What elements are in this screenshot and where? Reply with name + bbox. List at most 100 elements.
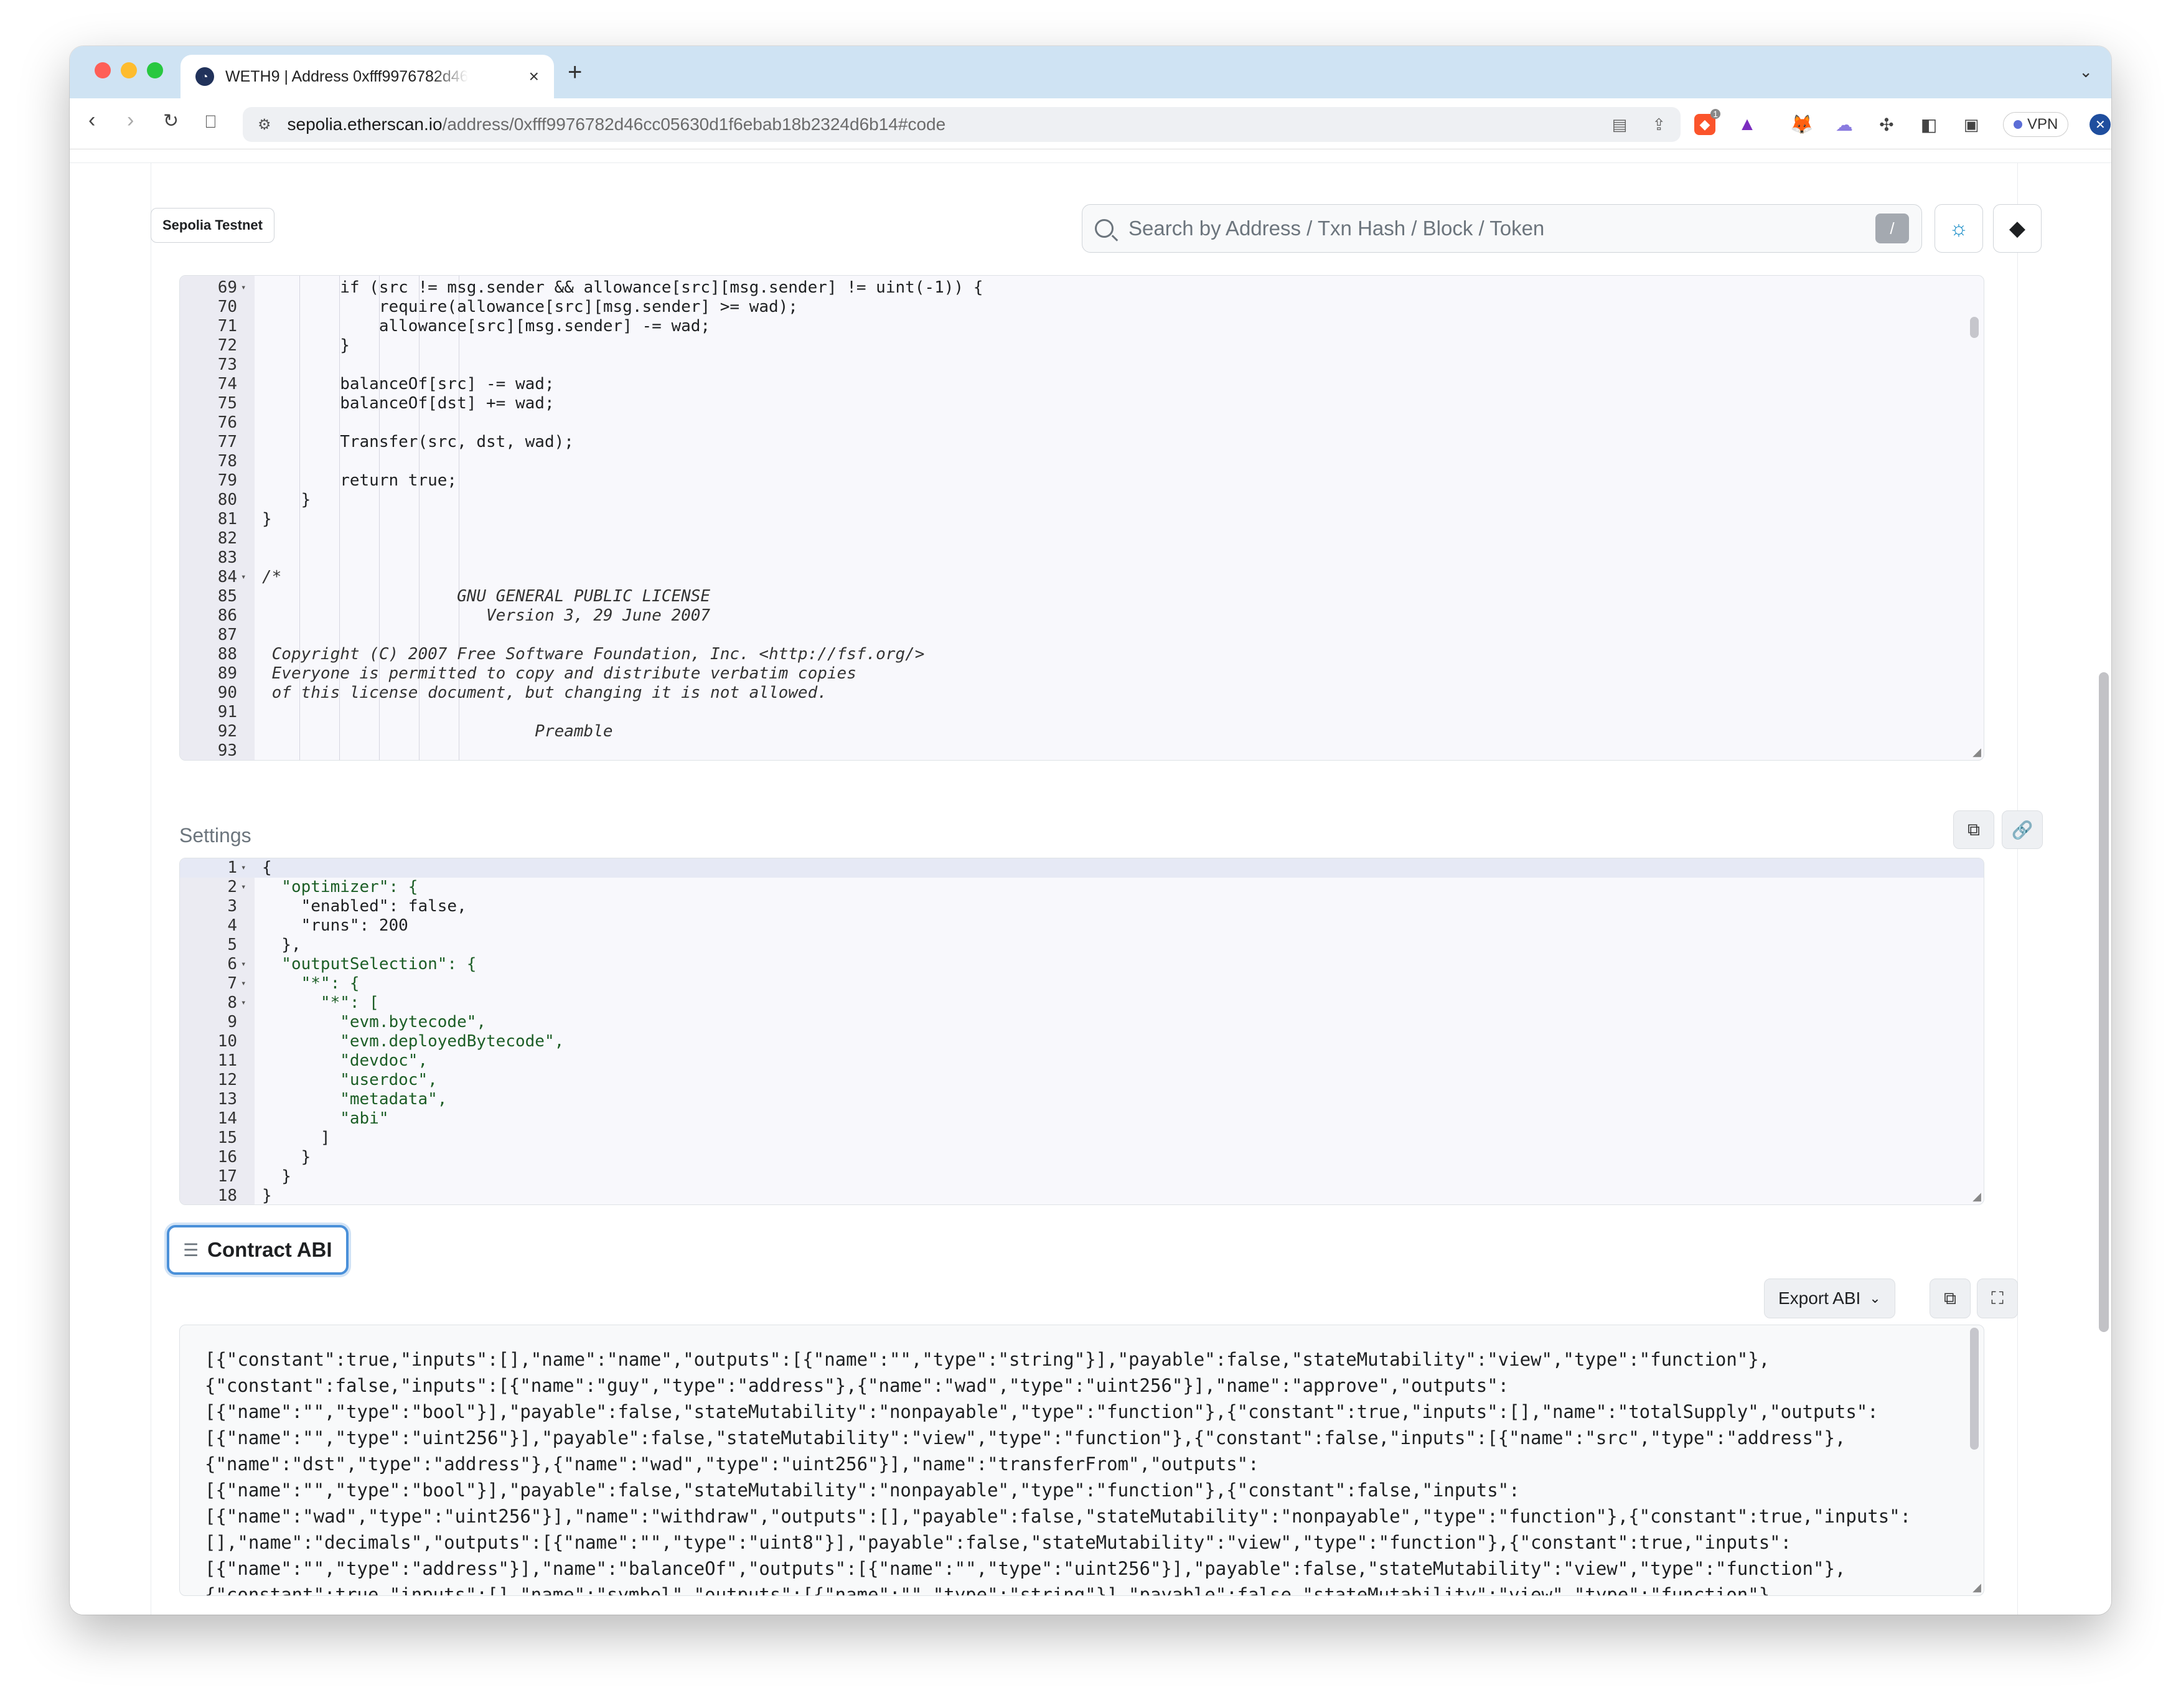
line-number: 83 bbox=[217, 548, 237, 567]
code-line: 4 "runs": 200 bbox=[180, 916, 1984, 936]
wallet-icon[interactable]: ▣ bbox=[1961, 114, 1982, 135]
code-text: allowance[src][msg.sender] -= wad; bbox=[262, 317, 711, 336]
line-number: 88 bbox=[217, 645, 237, 664]
fold-toggle-icon[interactable]: ▾ bbox=[241, 974, 246, 993]
fold-toggle-icon[interactable]: ▾ bbox=[241, 878, 246, 897]
ethereum-icon: ◆ bbox=[2009, 217, 2026, 240]
code-line: 9 "evm.bytecode", bbox=[180, 1013, 1984, 1032]
code-line: 2 ▾ "optimizer": { bbox=[180, 878, 1984, 897]
search-input[interactable]: Search by Address / Txn Hash / Block / T… bbox=[1082, 204, 1922, 253]
fold-toggle-icon[interactable]: ▾ bbox=[241, 278, 246, 298]
zoom-window-button[interactable] bbox=[147, 62, 163, 78]
abi-textarea[interactable]: [{"constant":true,"inputs":[],"name":"na… bbox=[179, 1325, 1984, 1596]
code-line: 78 bbox=[180, 452, 1984, 471]
bookmark-icon[interactable]: ⎕ bbox=[205, 113, 216, 131]
line-number: 84 bbox=[217, 568, 237, 586]
line-number: 76 bbox=[217, 413, 237, 432]
network-switch-button[interactable]: ◆ bbox=[1993, 204, 2042, 253]
copy-icon: ⧉ bbox=[1968, 819, 1980, 839]
code-text: of this license document, but changing i… bbox=[262, 683, 827, 702]
code-line: 80 } bbox=[180, 490, 1984, 510]
sidebar-toggle-icon[interactable]: ◧ bbox=[1918, 114, 1939, 135]
code-line: 90 of this license document, but changin… bbox=[180, 683, 1984, 703]
tab-title: WETH9 | Address 0xfff9976782d46cc05630d1… bbox=[225, 67, 468, 85]
line-number: 5 bbox=[227, 936, 237, 954]
code-text: Preamble bbox=[262, 722, 613, 741]
page-scrollbar[interactable] bbox=[2099, 672, 2109, 1332]
brave-shields-icon[interactable]: ◆ 1 bbox=[1694, 109, 1720, 135]
code-line: 92 Preamble bbox=[180, 722, 1984, 741]
brave-rewards-icon[interactable]: ▲ bbox=[1737, 114, 1758, 135]
browser-tab-active[interactable]: ◔ WETH9 | Address 0xfff9976782d46cc05630… bbox=[181, 55, 554, 98]
line-number: 69 bbox=[217, 278, 237, 297]
code-text: "evm.bytecode", bbox=[262, 1013, 487, 1031]
forward-arrow-icon[interactable]: › bbox=[127, 110, 134, 131]
settings-editor[interactable]: ◢ 1 ▾{2 ▾ "optimizer": {3 "enabled": false… bbox=[179, 858, 1984, 1205]
fold-toggle-icon[interactable]: ▾ bbox=[241, 568, 246, 587]
search-icon bbox=[1095, 219, 1114, 238]
code-text: "abi" bbox=[262, 1109, 389, 1128]
extension-cloud-icon[interactable]: ☁ bbox=[1834, 114, 1855, 135]
resize-handle-icon[interactable]: ◢ bbox=[1972, 1581, 1981, 1594]
vpn-button[interactable]: VPN bbox=[2003, 112, 2069, 137]
code-line: 10 "evm.deployedBytecode", bbox=[180, 1032, 1984, 1051]
sun-icon: ☼ bbox=[1949, 216, 1969, 240]
fullscreen-abi-button[interactable]: ⛶ bbox=[1977, 1279, 2018, 1318]
code-line: 84 ▾ /* bbox=[180, 568, 1984, 587]
tab-list-chevron-icon[interactable]: ⌄ bbox=[2079, 62, 2093, 82]
code-line: 77 Transfer(src, dst, wad); bbox=[180, 433, 1984, 452]
line-number: 72 bbox=[217, 336, 237, 355]
copy-abi-button[interactable]: ⧉ bbox=[1930, 1279, 1971, 1318]
abi-line: {"name":"dst","type":"address"},{"name":… bbox=[205, 1453, 1259, 1475]
minimize-window-button[interactable] bbox=[121, 62, 137, 78]
line-number: 9 bbox=[227, 1013, 237, 1031]
line-number: 70 bbox=[217, 298, 237, 316]
export-abi-label: Export ABI bbox=[1778, 1288, 1861, 1308]
reader-mode-icon[interactable]: ▤ bbox=[1612, 115, 1628, 134]
fold-toggle-icon[interactable]: ▾ bbox=[241, 858, 246, 878]
chevron-down-icon: ⌄ bbox=[1869, 1290, 1881, 1306]
address-bar[interactable]: ⚙ sepolia.etherscan.io/address/0xfff9976… bbox=[243, 107, 1681, 142]
back-arrow-icon[interactable]: ‹ bbox=[88, 110, 95, 131]
code-line: 82 bbox=[180, 529, 1984, 548]
line-number: 15 bbox=[217, 1128, 237, 1147]
code-text: Version 3, 29 June 2007 bbox=[262, 606, 711, 625]
copy-settings-button[interactable]: ⧉ bbox=[1953, 810, 1994, 849]
contract-abi-tab[interactable]: ☰ Contract ABI bbox=[167, 1225, 349, 1275]
code-text: } bbox=[262, 1148, 311, 1166]
title-bar: ◔ WETH9 | Address 0xfff9976782d46cc05630… bbox=[70, 46, 2111, 98]
site-settings-icon[interactable]: ⚙ bbox=[258, 116, 271, 134]
tab-close-icon[interactable]: × bbox=[529, 67, 539, 87]
close-window-button[interactable] bbox=[95, 62, 111, 78]
code-line: 89 Everyone is permitted to copy and dis… bbox=[180, 664, 1984, 683]
settings-link-button[interactable]: 🔗 bbox=[2002, 810, 2043, 849]
code-text: "enabled": false, bbox=[262, 897, 467, 916]
fold-toggle-icon[interactable]: ▾ bbox=[241, 993, 246, 1013]
code-line: 87 bbox=[180, 626, 1984, 645]
browser-window: ◔ WETH9 | Address 0xfff9976782d46cc05630… bbox=[70, 46, 2111, 1615]
abi-line: [],"name":"decimals","outputs":[{"name":… bbox=[205, 1532, 1792, 1553]
abi-line: [{"name":"","type":"bool"}],"payable":fa… bbox=[205, 1480, 1520, 1501]
line-number: 85 bbox=[217, 587, 237, 606]
share-icon[interactable]: ⇪ bbox=[1652, 115, 1666, 134]
fold-toggle-icon[interactable]: ▾ bbox=[241, 955, 246, 974]
export-abi-dropdown[interactable]: Export ABI ⌄ bbox=[1764, 1279, 1895, 1318]
line-number: 17 bbox=[217, 1167, 237, 1186]
code-line: 1 ▾ { bbox=[180, 858, 1984, 878]
extensions-puzzle-icon[interactable]: ✣ bbox=[1876, 114, 1897, 135]
line-number: 10 bbox=[217, 1032, 237, 1051]
code-text: Copyright (C) 2007 Free Software Foundat… bbox=[262, 645, 925, 664]
code-line: 75 balanceOf[dst] += wad; bbox=[180, 394, 1984, 413]
reload-icon[interactable]: ↻ bbox=[163, 112, 179, 131]
source-code-editor[interactable]: ◢ 69 ▾ if (src != msg.sender && allowance… bbox=[179, 275, 1984, 761]
new-tab-button[interactable]: + bbox=[568, 60, 582, 85]
metamask-fox-icon[interactable]: 🦊 bbox=[1790, 114, 1813, 135]
abi-scrollbar[interactable] bbox=[1970, 1328, 1979, 1450]
code-text: "*": { bbox=[262, 974, 360, 993]
browser-toolbar: ‹ › ↻ ⎕ ⚙ sepolia.etherscan.io/address/0… bbox=[70, 98, 2111, 149]
code-text: "evm.deployedBytecode", bbox=[262, 1032, 565, 1051]
theme-toggle-button[interactable]: ☼ bbox=[1935, 204, 1983, 253]
code-text: "runs": 200 bbox=[262, 916, 408, 935]
profile-avatar-icon[interactable]: ✕ bbox=[2090, 114, 2111, 135]
code-line: 15 ] bbox=[180, 1128, 1984, 1148]
